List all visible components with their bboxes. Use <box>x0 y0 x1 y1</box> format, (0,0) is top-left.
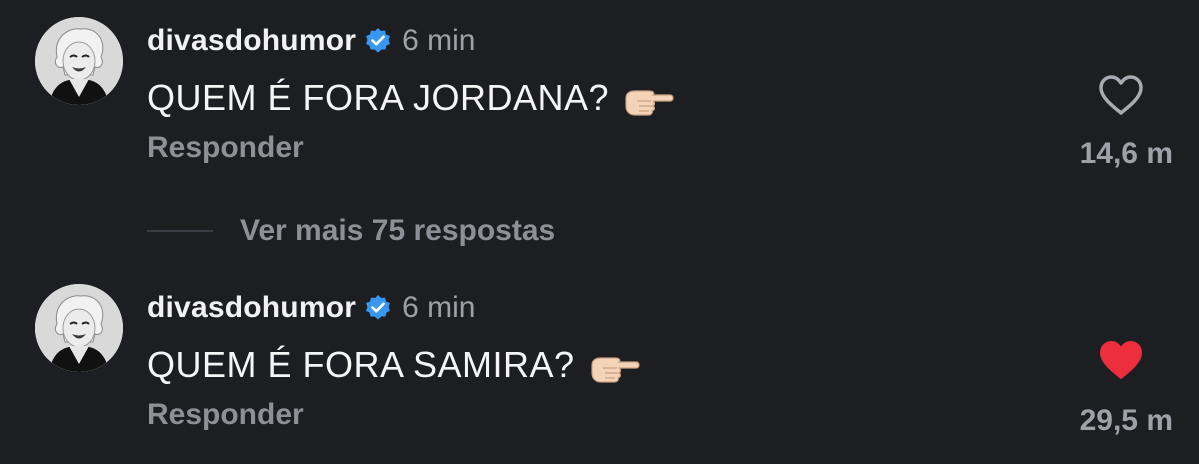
comment-header: divasdohumor 6 min <box>147 21 475 61</box>
backhand-index-pointing-right-icon <box>623 83 675 116</box>
comment-item-2: divasdohumor 6 min QUEM É FORA SAMIRA? R… <box>0 280 1199 437</box>
timestamp: 6 min <box>402 24 476 57</box>
username[interactable]: divasdohumor <box>147 24 356 58</box>
view-replies-label[interactable]: Ver mais 75 respostas <box>240 214 555 248</box>
comment-text: QUEM É FORA JORDANA? <box>147 75 675 121</box>
reply-button[interactable]: Responder <box>147 398 304 432</box>
reply-button[interactable]: Responder <box>147 131 304 165</box>
like-count: 14,6 m <box>1079 137 1173 170</box>
heart-icon[interactable] <box>1098 75 1144 117</box>
username[interactable]: divasdohumor <box>147 291 356 325</box>
backhand-index-pointing-right-icon <box>589 350 641 383</box>
verified-badge-icon <box>364 27 392 55</box>
comment-body: QUEM É FORA SAMIRA? <box>147 344 575 385</box>
timestamp: 6 min <box>402 291 476 324</box>
view-more-replies[interactable]: Ver mais 75 respostas <box>147 211 555 251</box>
verified-badge-icon <box>364 294 392 322</box>
heart-icon[interactable] <box>1098 340 1144 382</box>
comment-header: divasdohumor 6 min <box>147 288 475 328</box>
comment-item-1: divasdohumor 6 min QUEM É FORA JORDANA? … <box>0 13 1199 247</box>
comment-text: QUEM É FORA SAMIRA? <box>147 342 641 388</box>
replies-divider <box>147 230 213 232</box>
comment-body: QUEM É FORA JORDANA? <box>147 77 610 118</box>
like-count: 29,5 m <box>1079 404 1173 437</box>
avatar[interactable] <box>35 284 123 372</box>
avatar[interactable] <box>35 17 123 105</box>
